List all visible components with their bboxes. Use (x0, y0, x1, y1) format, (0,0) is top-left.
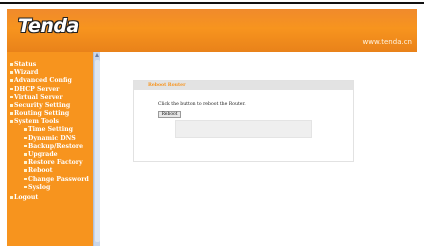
sidebar-item-time-setting[interactable]: Time Setting (7, 126, 93, 134)
sidebar-item-label: Virtual Server (14, 93, 63, 101)
bullet-icon (24, 177, 27, 181)
sidebar-item-system-tools[interactable]: System Tools (7, 118, 93, 126)
sidebar-item-logout[interactable]: Logout (7, 194, 93, 202)
sidebar-item-reboot[interactable]: Reboot (7, 167, 93, 175)
bullet-icon (24, 169, 27, 172)
sidebar-item-virtual-server[interactable]: Virtual Server (7, 94, 93, 102)
main-content: Reboot Router Click the button to reboot… (100, 52, 417, 246)
bullet-icon (24, 185, 27, 189)
sidebar-item-wizard[interactable]: Wizard (7, 69, 93, 77)
sidebar-scrollbar[interactable] (93, 52, 100, 246)
tenda-logo: Tenda (18, 15, 79, 37)
bullet-icon (10, 79, 13, 82)
sidebar-item-backup-restore[interactable]: Backup/Restore (7, 143, 93, 151)
sidebar-item-dynamic-dns[interactable]: Dynamic DNS (7, 135, 93, 143)
reboot-progress-box (175, 120, 312, 138)
sidebar-item-routing-setting[interactable]: Routing Setting (7, 110, 93, 118)
sidebar-item-upgrade[interactable]: Upgrade (7, 151, 93, 159)
bullet-icon (24, 153, 27, 156)
sidebar-item-status[interactable]: Status (7, 61, 93, 69)
sidebar-item-security-setting[interactable]: Security Setting (7, 102, 84, 109)
site-url: www.tenda.cn (362, 38, 413, 46)
sidebar-item-restore-factory[interactable]: Restore Factory (7, 159, 93, 167)
sidebar-item-change-password[interactable]: Change Password (7, 176, 93, 184)
sidebar-item-label: Reboot (28, 167, 53, 175)
bullet-icon (10, 196, 13, 199)
bullet-icon (24, 136, 27, 140)
bullet-icon (10, 71, 13, 74)
sidebar-item-label: Change Password (28, 175, 89, 183)
sidebar-item-label: Wizard (14, 69, 39, 77)
header-banner: Tenda www.tenda.cn (7, 9, 417, 52)
sidebar-item-label: Logout (14, 194, 39, 202)
sidebar-item-label: Upgrade (28, 151, 58, 159)
sidebar-item-label: Backup/Restore (28, 142, 84, 150)
reboot-button[interactable]: Reboot (158, 111, 181, 118)
bullet-icon (10, 87, 13, 91)
sidebar-item-label: Security Setting (14, 102, 71, 110)
sidebar-item-label: System Tools (14, 118, 60, 126)
reboot-description: Click the button to reboot the Router. (158, 102, 246, 107)
sidebar-item-advanced-config[interactable]: Advanced Config (7, 77, 93, 85)
sidebar-item-dhcp-server[interactable]: DHCP Server (7, 86, 93, 94)
bullet-icon (24, 144, 27, 148)
sidebar-item-label: DHCP Server (14, 85, 60, 93)
sidebar-item-syslog[interactable]: Syslog (7, 184, 93, 192)
bullet-icon (24, 128, 27, 131)
sidebar-item-label: Syslog (28, 183, 51, 191)
sidebar-item-label: Dynamic DNS (28, 134, 76, 142)
bullet-icon (10, 63, 13, 66)
sidebar-item-label: Time Setting (28, 126, 73, 134)
bullet-icon (10, 112, 13, 115)
bullet-icon (10, 104, 13, 107)
top-divider (0, 0, 424, 4)
sidebar-item-label: Status (14, 61, 37, 68)
sidebar-item-label: Restore Factory (28, 159, 83, 167)
sidebar-item-label: Routing Setting (14, 110, 70, 118)
bullet-icon (10, 120, 13, 123)
sidebar-nav: Status Wizard Advanced Config DHCP Serve… (7, 52, 93, 246)
reboot-panel: Reboot Router Click the button to reboot… (133, 80, 354, 162)
scroll-up-arrow-icon[interactable] (95, 53, 99, 57)
bullet-icon (24, 161, 27, 164)
sidebar-item-label: Advanced Config (14, 77, 72, 85)
bullet-icon (10, 95, 13, 99)
panel-title: Reboot Router (134, 81, 353, 90)
